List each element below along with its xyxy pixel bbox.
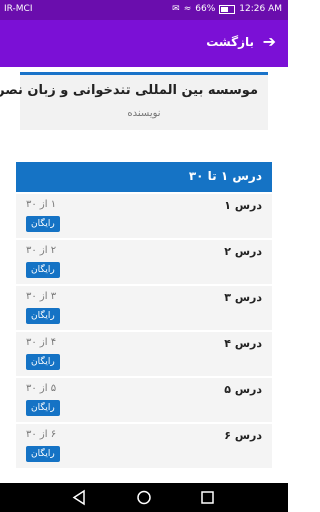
free-badge[interactable]: رایگان [26,354,60,370]
lesson-count: ۴ از ۳۰ [26,337,57,348]
nav-back-icon[interactable] [60,483,100,512]
book-author: نویسنده [127,108,161,119]
lesson-name: درس ۵ [224,383,262,396]
back-button-label[interactable]: بازگشت [206,35,254,49]
book-title: موسسه بین المللی تندخوانی و زبان نصرت [0,83,258,98]
app-bar: ➔ بازگشت [0,20,288,67]
lesson-row[interactable]: درس ۲ ۲ از ۳۰ رایگان [16,240,272,286]
system-nav-bar [0,483,288,512]
free-badge[interactable]: رایگان [26,308,60,324]
lesson-count: ۲ از ۳۰ [26,245,57,256]
lesson-name: درس ۶ [224,429,262,442]
book-card: موسسه بین المللی تندخوانی و زبان نصرت نو… [0,72,268,130]
lesson-name: درس ۳ [224,291,262,304]
lesson-name: درس ۲ [224,245,262,258]
carrier-label: IR-MCI [4,4,33,14]
free-badge[interactable]: رایگان [26,216,60,232]
wifi-icon: ≈ [183,4,192,14]
lesson-row[interactable]: درس ۶ ۶ از ۳۰ رایگان [16,424,272,470]
lesson-name: درس ۴ [224,337,262,350]
notification-icon: ✉ [172,4,180,14]
back-arrow-icon[interactable]: ➔ [263,33,276,51]
status-bar: IR-MCI ✉ ≈ 66% 12:26 AM [0,0,288,20]
free-badge[interactable]: رایگان [26,400,60,416]
lesson-row[interactable]: درس ۵ ۵ از ۳۰ رایگان [16,378,272,424]
lesson-count: ۵ از ۳۰ [26,383,57,394]
nav-home-icon[interactable] [124,483,164,512]
clock: 12:26 AM [239,4,282,14]
lesson-row[interactable]: درس ۳ ۳ از ۳۰ رایگان [16,286,272,332]
battery-icon [219,4,236,14]
free-badge[interactable]: رایگان [26,262,60,278]
lesson-count: ۶ از ۳۰ [26,429,57,440]
section-header[interactable]: درس ۱ تا ۳۰ [16,162,272,192]
free-badge[interactable]: رایگان [26,446,60,462]
status-right: ✉ ≈ 66% 12:26 AM [172,4,282,14]
lesson-name: درس ۱ [224,199,262,212]
lesson-count: ۳ از ۳۰ [26,291,57,302]
lesson-row[interactable]: درس ۴ ۴ از ۳۰ رایگان [16,332,272,378]
lesson-count: ۱ از ۳۰ [26,199,57,210]
section-title: درس ۱ تا ۳۰ [188,169,262,183]
lesson-list: درس ۱ ۱ از ۳۰ رایگان درس ۲ ۲ از ۳۰ رایگا… [16,194,272,470]
nav-recent-icon[interactable] [188,483,228,512]
lesson-row[interactable]: درس ۱ ۱ از ۳۰ رایگان [16,194,272,240]
battery-percent: 66% [195,4,216,14]
